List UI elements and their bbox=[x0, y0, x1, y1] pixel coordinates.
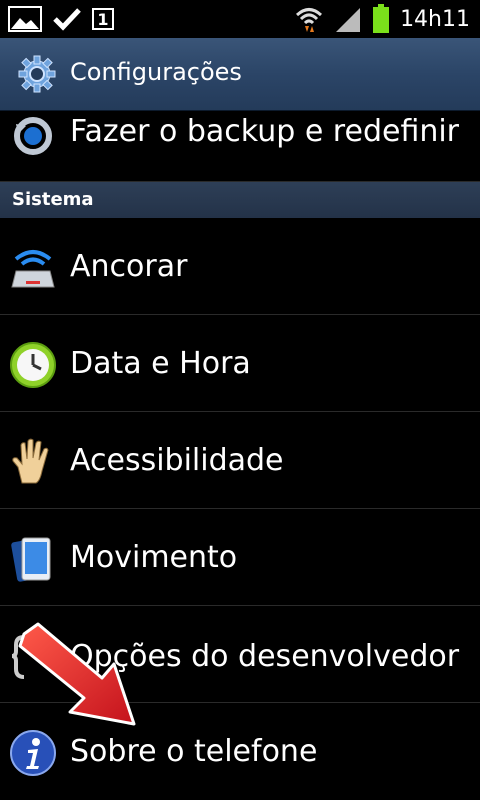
list-item-label: Sobre o telefone bbox=[70, 734, 318, 769]
section-title: Sistema bbox=[12, 189, 94, 210]
page-title: Configurações bbox=[70, 58, 242, 86]
clock-time: 14h11 bbox=[400, 6, 470, 32]
developer-options-icon bbox=[11, 635, 25, 679]
list-item-data-hora[interactable]: Data e Hora bbox=[0, 316, 480, 412]
motion-phone-icon bbox=[11, 537, 51, 582]
section-header-sistema: Sistema bbox=[0, 182, 480, 218]
list-item-opcoes-desenvolvedor[interactable]: Opções do desenvolvedor bbox=[0, 607, 480, 703]
signal-icon bbox=[336, 8, 361, 32]
list-item-sobre-telefone[interactable]: Sobre o telefone bbox=[0, 704, 480, 800]
list-item-label: Movimento bbox=[70, 540, 238, 575]
status-bar: 1 14h11 bbox=[0, 0, 480, 38]
list-item-label: Acessibilidade bbox=[70, 443, 284, 478]
clock-icon bbox=[10, 342, 56, 388]
list-item-label: Fazer o backup e redefinir bbox=[70, 114, 460, 149]
status-indicators: 14h11 bbox=[294, 4, 470, 34]
list-item-acessibilidade[interactable]: Acessibilidade bbox=[0, 413, 480, 509]
list-item-label: Ancorar bbox=[70, 249, 188, 284]
backup-reset-icon bbox=[14, 117, 52, 155]
check-icon bbox=[53, 8, 81, 31]
title-bar: Configurações bbox=[0, 38, 480, 111]
info-icon bbox=[10, 730, 56, 776]
list-item-ancorar[interactable]: Ancorar bbox=[0, 219, 480, 315]
sim-card-icon: 1 bbox=[92, 8, 114, 30]
list-item-label: Opções do desenvolvedor bbox=[70, 639, 460, 674]
gallery-icon bbox=[8, 6, 42, 32]
dock-icon bbox=[11, 250, 55, 288]
gear-icon bbox=[18, 55, 56, 93]
battery-icon bbox=[373, 4, 390, 33]
list-item-movimento[interactable]: Movimento bbox=[0, 510, 480, 606]
hand-icon bbox=[12, 438, 49, 484]
wifi-icon bbox=[296, 8, 323, 32]
list-item-backup-reset[interactable]: Fazer o backup e redefinir bbox=[0, 110, 480, 182]
list-item-label: Data e Hora bbox=[70, 346, 251, 381]
notification-icons: 1 bbox=[8, 4, 114, 34]
